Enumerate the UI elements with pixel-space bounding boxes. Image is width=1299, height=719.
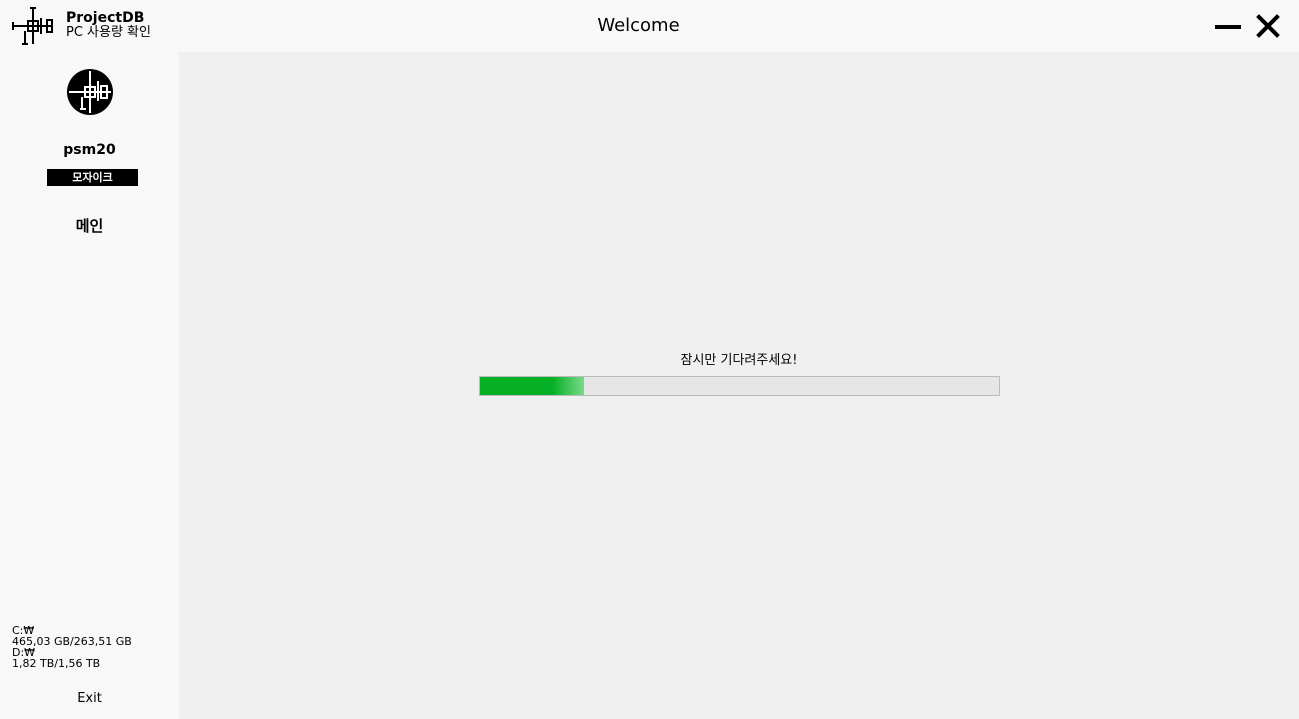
close-icon xyxy=(1256,14,1280,38)
close-button[interactable] xyxy=(1252,10,1284,42)
sidebar-item-main[interactable]: 메인 xyxy=(0,216,179,236)
status-badge: 모자이크 xyxy=(47,169,138,186)
progress-bar xyxy=(479,376,1000,396)
exit-button[interactable]: Exit xyxy=(0,690,179,708)
app-window: ProjectDB PC 사용량 확인 Welcome psm20 모자이크 메… xyxy=(0,0,1299,719)
disk-d-usage: 1,82 TB/1,56 TB xyxy=(12,657,101,670)
disk-usage-info: C:₩ 465,03 GB/263,51 GB D:₩ 1,82 TB/1,56… xyxy=(12,625,132,669)
window-title: Welcome xyxy=(597,15,680,36)
circuit-avatar-icon xyxy=(67,69,113,115)
username: psm20 xyxy=(63,142,116,158)
sidebar: psm20 모자이크 메인 C:₩ 465,03 GB/263,51 GB D:… xyxy=(0,52,179,719)
minimize-icon xyxy=(1215,25,1241,29)
progress-bar-fill xyxy=(480,377,584,395)
title-bar[interactable]: ProjectDB PC 사용량 확인 Welcome xyxy=(0,0,1299,52)
minimize-button[interactable] xyxy=(1212,10,1244,42)
main-content: 잠시만 기다려주세요! xyxy=(179,52,1299,719)
loading-message: 잠시만 기다려주세요! xyxy=(680,353,798,368)
